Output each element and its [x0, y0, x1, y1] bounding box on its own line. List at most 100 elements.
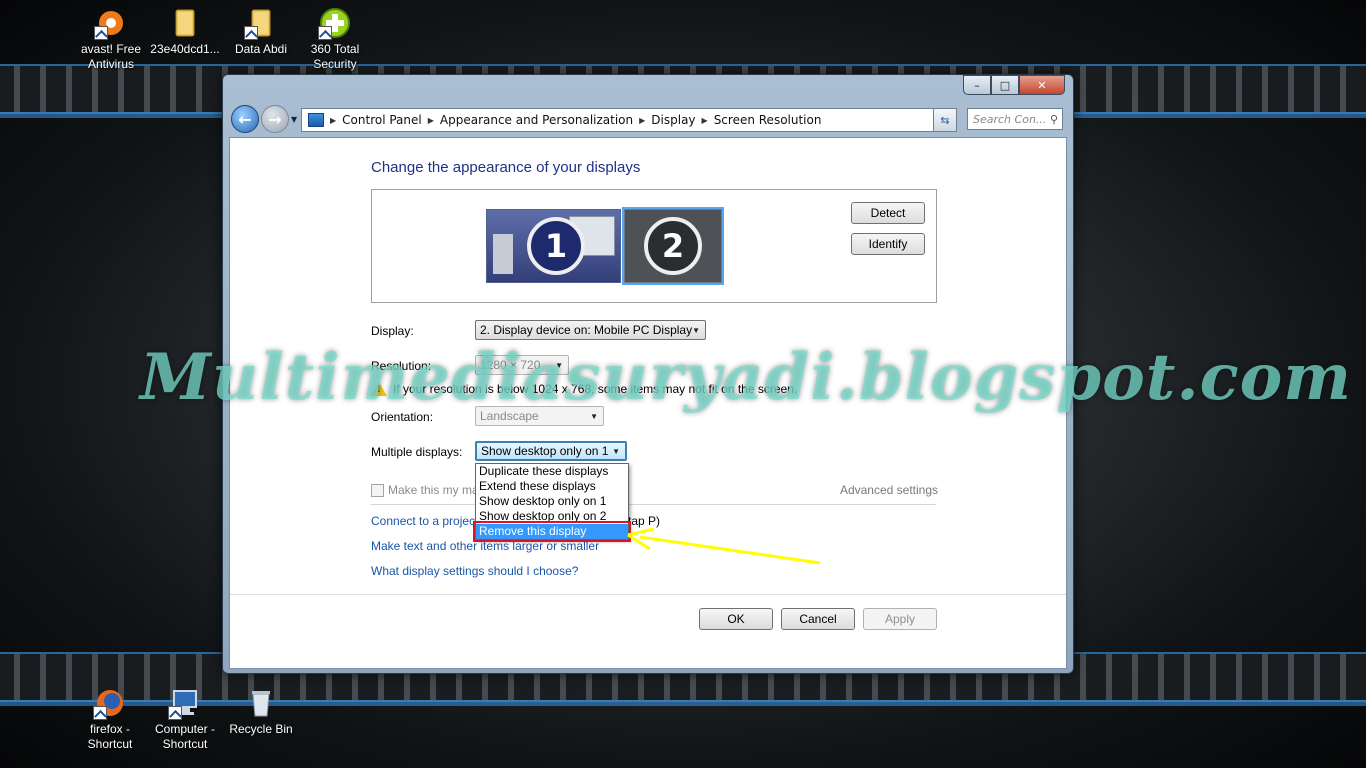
- multiple-displays-value: Show desktop only on 1: [481, 444, 609, 458]
- identify-button[interactable]: Identify: [851, 233, 925, 255]
- shortcut-arrow-icon: [168, 706, 182, 720]
- firefox-icon: [93, 686, 127, 720]
- shortcut-arrow-icon: [94, 26, 108, 40]
- connect-projector-text: Connect to a projec: [371, 514, 476, 528]
- resolution-select-value: 1280 × 720: [480, 358, 541, 372]
- desktop-icon-label: 360 Total: [310, 42, 360, 56]
- content-area: Change the appearance of your displays 1…: [229, 137, 1067, 669]
- orientation-label: Orientation:: [371, 410, 434, 424]
- display-select-value: 2. Display device on: Mobile PC Display: [480, 323, 693, 337]
- desktop-icon-folder[interactable]: 23e40dcd1...: [148, 6, 222, 57]
- warning-icon: !: [371, 382, 387, 396]
- refresh-button[interactable]: ⇆: [933, 108, 957, 132]
- orientation-select-value: Landscape: [480, 409, 539, 423]
- display-select[interactable]: 2. Display device on: Mobile PC Display …: [475, 320, 706, 340]
- make-main-display-label: Make this my ma: [388, 483, 479, 497]
- desktop-icon-label: Shortcut: [162, 737, 208, 751]
- maximize-button[interactable]: □: [991, 75, 1019, 95]
- desktop-icon-label: Recycle Bin: [229, 722, 293, 736]
- forward-button[interactable]: →: [261, 105, 289, 133]
- warning-text: If your resolution is below 1024 x 768, …: [393, 382, 798, 396]
- orientation-select[interactable]: Landscape ▼: [475, 406, 604, 426]
- desktop-icon-computer[interactable]: Computer - Shortcut: [148, 686, 222, 752]
- forward-arrow-icon: →: [268, 109, 282, 129]
- desktop-icon-avast[interactable]: avast! Free Antivirus: [74, 6, 148, 72]
- breadcrumb-screen-resolution[interactable]: Screen Resolution: [714, 113, 822, 127]
- connect-projector-link[interactable]: Connect to a projec: [371, 514, 475, 528]
- display-help-link[interactable]: What display settings should I choose?: [371, 564, 578, 578]
- resolution-label: Resolution:: [371, 359, 432, 373]
- desktop-icon-360-security[interactable]: 360 Total Security: [298, 6, 372, 72]
- refresh-icon: ⇆: [940, 113, 950, 127]
- breadcrumb-separator-icon[interactable]: ▶: [639, 116, 645, 125]
- detect-button[interactable]: Detect: [851, 202, 925, 224]
- cancel-button[interactable]: Cancel: [781, 608, 855, 630]
- breadcrumb-appearance[interactable]: Appearance and Personalization: [440, 113, 633, 127]
- close-button[interactable]: ✕: [1019, 75, 1065, 95]
- footer-divider: [230, 594, 1066, 595]
- make-main-display-checkbox[interactable]: Make this my ma: [371, 483, 479, 497]
- navigation-buttons: ← → ▼: [231, 105, 297, 133]
- screen-resolution-window: – □ ✕ ← → ▼ ▶ Control Panel ▶ Appearance…: [222, 74, 1074, 674]
- search-input[interactable]: Search Con... ⚲: [967, 108, 1063, 130]
- breadcrumb-separator-icon[interactable]: ▶: [428, 116, 434, 125]
- chevron-down-icon: ▼: [555, 360, 563, 370]
- folder-icon: [168, 6, 202, 40]
- ok-button[interactable]: OK: [699, 608, 773, 630]
- breadcrumb-display[interactable]: Display: [651, 113, 695, 127]
- back-arrow-icon: ←: [238, 109, 252, 129]
- breadcrumb-separator-icon[interactable]: ▶: [702, 116, 708, 125]
- computer-icon: [168, 686, 202, 720]
- apply-button[interactable]: Apply: [863, 608, 937, 630]
- option-duplicate[interactable]: Duplicate these displays: [476, 464, 628, 479]
- recent-pages-chevron-icon[interactable]: ▼: [291, 115, 297, 124]
- option-remove-display[interactable]: Remove this display: [473, 521, 631, 542]
- desktop-icon-label: Security: [313, 57, 357, 71]
- 360-security-icon: [318, 6, 352, 40]
- chevron-down-icon: ▼: [612, 446, 620, 456]
- desktop-icon-label: Computer -: [154, 722, 216, 736]
- checkbox-box[interactable]: [371, 483, 384, 497]
- back-button[interactable]: ←: [231, 105, 259, 133]
- breadcrumb-separator-icon[interactable]: ▶: [330, 116, 336, 125]
- breadcrumb-control-panel[interactable]: Control Panel: [342, 113, 422, 127]
- monitor-1-window: [493, 234, 513, 274]
- monitor-1-number: 1: [527, 217, 585, 275]
- option-show-only-1[interactable]: Show desktop only on 1: [476, 494, 628, 509]
- search-icon: ⚲: [1049, 112, 1058, 126]
- search-placeholder: Search Con...: [973, 112, 1047, 126]
- desktop-icon-label: Data Abdi: [234, 42, 288, 56]
- desktop-icon-firefox[interactable]: firefox - Shortcut: [73, 686, 147, 752]
- advanced-settings-link[interactable]: Advanced settings: [840, 483, 938, 497]
- shortcut-arrow-icon: [244, 26, 258, 40]
- window-caption-buttons: – □ ✕: [963, 75, 1065, 95]
- address-bar[interactable]: ▶ Control Panel ▶ Appearance and Persona…: [301, 108, 955, 132]
- display-preview: 1 2 Detect Identify: [371, 189, 937, 303]
- resolution-select[interactable]: 1280 × 720 ▼: [475, 355, 569, 375]
- multiple-displays-dropdown-list: Duplicate these displays Extend these di…: [473, 463, 631, 542]
- desktop-icon-label: Shortcut: [87, 737, 133, 751]
- multiple-displays-label: Multiple displays:: [371, 445, 463, 459]
- page-title: Change the appearance of your displays: [371, 159, 641, 176]
- monitor-2[interactable]: 2: [622, 207, 724, 285]
- multiple-displays-select[interactable]: Show desktop only on 1 ▼: [475, 441, 627, 461]
- desktop-icon-recycle-bin[interactable]: Recycle Bin: [224, 686, 298, 737]
- shortcut-arrow-icon: [93, 706, 107, 720]
- chevron-down-icon: ▼: [692, 325, 700, 335]
- option-show-only-2[interactable]: Show desktop only on 2: [476, 509, 628, 524]
- monitor-1[interactable]: 1: [486, 209, 621, 283]
- option-extend[interactable]: Extend these displays: [476, 479, 628, 494]
- desktop-icon-label: avast! Free: [80, 42, 142, 56]
- folder-icon: [244, 6, 278, 40]
- recycle-bin-icon: [244, 686, 278, 720]
- shortcut-arrow-icon: [318, 26, 332, 40]
- desktop-icon-label: 23e40dcd1...: [150, 42, 220, 56]
- desktop-icon-label: Antivirus: [87, 57, 134, 71]
- desktop-icon-data-abdi[interactable]: Data Abdi: [224, 6, 298, 57]
- text-size-link[interactable]: Make text and other items larger or smal…: [371, 539, 599, 553]
- divider: [371, 504, 936, 505]
- avast-icon: [94, 6, 128, 40]
- minimize-button[interactable]: –: [963, 75, 991, 95]
- display-label: Display:: [371, 324, 414, 338]
- resolution-warning: ! If your resolution is below 1024 x 768…: [371, 382, 797, 396]
